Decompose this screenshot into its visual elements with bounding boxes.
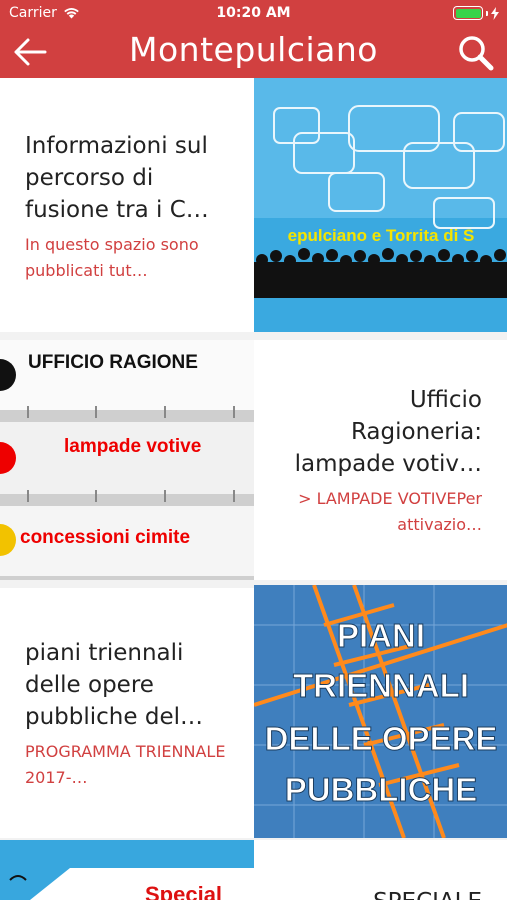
article-thumbnail: UFFICIO RAGIONE lampade votive concessio… [0, 340, 254, 580]
image-line-2: lampade votive [64, 436, 201, 457]
article-thumbnail: epulciano e Torrita di S [254, 78, 507, 332]
article-title: Informazioni sul percorso di fusione tra… [25, 133, 209, 223]
article-title: SPECIALE [279, 886, 482, 900]
speech-bubbles-illustration: epulciano e Torrita di S [254, 78, 507, 332]
image-line-1: UFFICIO RAGIONE [28, 352, 198, 373]
charging-bolt-icon [491, 6, 499, 20]
image-caption: Special [145, 882, 222, 900]
article-text: Informazioni sul percorso di fusione tra… [0, 130, 253, 284]
crane-illustration: PIANI TRIENNALI DELLE OPERE PUBBLICHE [254, 585, 507, 838]
article-text: piani triennali delle opere pubbliche de… [0, 637, 253, 791]
article-description: In questo spazio sono pubblicati tut… [25, 235, 199, 280]
list-item[interactable]: Informazioni sul percorso di fusione tra… [0, 78, 507, 332]
image-line-1: PIANI [337, 617, 425, 654]
special-illustration: Special [0, 840, 254, 900]
status-bar: Carrier 10:20 AM [0, 0, 507, 28]
search-icon[interactable] [457, 34, 495, 72]
article-title: Ufficio Ragioneria: lampade votiv… [294, 387, 482, 477]
page-title: Montepulciano [129, 30, 378, 69]
article-description: PROGRAMMA TRIENNALE 2017-… [25, 742, 226, 787]
battery-status [453, 6, 499, 20]
back-arrow-icon[interactable] [12, 36, 48, 68]
image-line-2: TRIENNALI [293, 667, 469, 704]
list-item[interactable]: piani triennali delle opere pubbliche de… [0, 585, 507, 838]
battery-icon [453, 6, 483, 20]
article-title: piani triennali delle opere pubbliche de… [25, 640, 203, 730]
image-line-4: PUBBLICHE [285, 771, 478, 808]
article-thumbnail: Special [0, 840, 254, 900]
image-line-3: DELLE OPERE [265, 720, 498, 757]
list-item[interactable]: Special SPECIALE [0, 840, 507, 900]
article-text: Ufficio Ragioneria: lampade votiv… > LAM… [254, 384, 507, 538]
article-thumbnail: PIANI TRIENNALI DELLE OPERE PUBBLICHE [254, 585, 507, 838]
navigation-bar: Montepulciano [0, 28, 507, 78]
image-caption: epulciano e Torrita di S [288, 226, 475, 245]
divider [0, 332, 507, 340]
clock: 10:20 AM [216, 5, 291, 21]
image-line-3: concessioni cimite [20, 527, 190, 548]
article-text: SPECIALE [254, 886, 507, 900]
list-item[interactable]: UFFICIO RAGIONE lampade votive concessio… [0, 340, 507, 580]
app-header: Carrier 10:20 AM Montepulciano [0, 0, 507, 78]
article-description: > LAMPADE VOTIVEPer attivazio… [298, 489, 482, 534]
binder-illustration: UFFICIO RAGIONE lampade votive concessio… [0, 340, 254, 580]
